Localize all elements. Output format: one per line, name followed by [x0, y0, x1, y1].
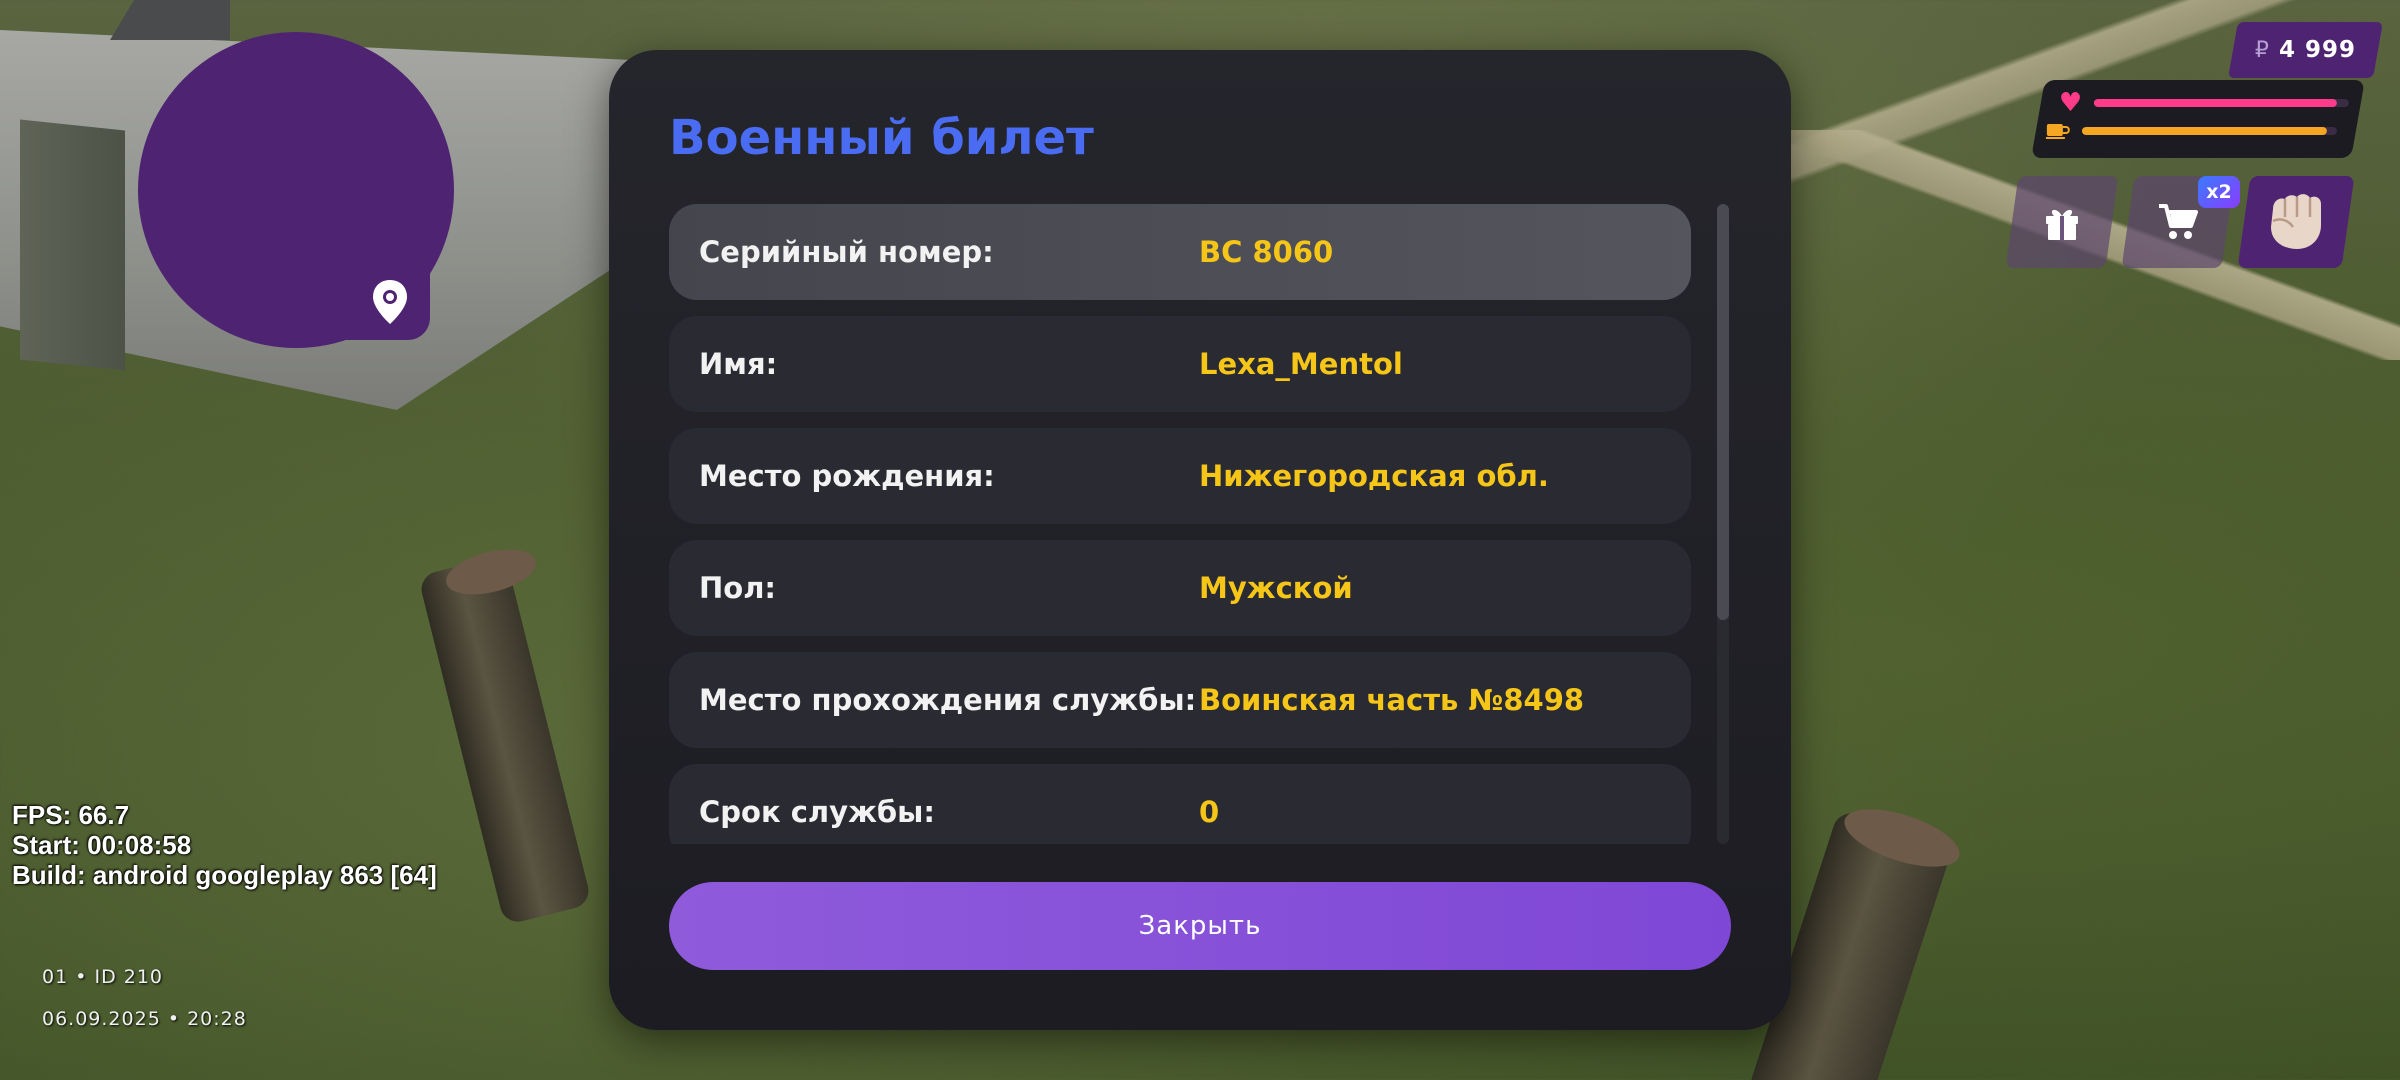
- info-row-value: 0: [1199, 795, 1220, 829]
- scenery-wooden-post-left: [417, 554, 593, 926]
- hunger-bar-fill: [2081, 127, 2327, 135]
- info-row-value: Воинская часть №8498: [1199, 683, 1585, 717]
- hunger-bar: [2081, 127, 2337, 135]
- info-row-service-term[interactable]: Срок службы: 0: [669, 764, 1691, 844]
- debug-fps: FPS: 66.7: [12, 800, 130, 830]
- info-row-label: Серийный номер:: [699, 235, 994, 269]
- close-button[interactable]: Закрыть: [669, 882, 1731, 970]
- player-stats: ♥: [2031, 80, 2365, 158]
- info-row-value: Lexa_Mentol: [1199, 347, 1403, 381]
- debug-start: Start: 00:08:58: [12, 830, 192, 860]
- scenery-house-door: [20, 119, 125, 371]
- info-row-name[interactable]: Имя: Lexa_Mentol: [669, 316, 1691, 412]
- info-row-label: Имя:: [699, 347, 778, 381]
- gift-icon: [2046, 209, 2078, 240]
- debug-build: Build: android googleplay 863 [64]: [12, 860, 437, 890]
- debug-overlay: FPS: 66.7 Start: 00:08:58 Build: android…: [12, 800, 437, 890]
- military-id-dialog: Военный билет Серийный номер: ВС 8060 Им…: [609, 50, 1791, 1030]
- map-pin-icon: [373, 280, 407, 324]
- hunger-row: [2045, 122, 2337, 140]
- info-row-gender[interactable]: Пол: Мужской: [669, 540, 1691, 636]
- heart-icon: ♥: [2058, 88, 2083, 118]
- info-list[interactable]: Серийный номер: ВС 8060 Имя: Lexa_Mentol…: [669, 204, 1691, 844]
- health-bar-fill: [2094, 99, 2337, 107]
- info-row-label: Место прохождения службы:: [699, 683, 1197, 717]
- cart-icon: [2159, 204, 2198, 239]
- fist-icon: [2271, 194, 2321, 249]
- info-row-serial[interactable]: Серийный номер: ВС 8060: [669, 204, 1691, 300]
- info-row-label: Место рождения:: [699, 459, 995, 493]
- scrollbar-thumb[interactable]: [1717, 204, 1729, 620]
- info-row-label: Срок службы:: [699, 795, 936, 829]
- cup-icon: [2045, 124, 2070, 139]
- scenery-house-roof: [110, 0, 230, 40]
- info-row-service-place[interactable]: Место прохождения службы: Воинская часть…: [669, 652, 1691, 748]
- server-id: 01 • ID 210: [42, 966, 164, 988]
- weapon-fist-button[interactable]: [2237, 176, 2355, 268]
- health-row: ♥: [2058, 88, 2350, 118]
- health-bar: [2094, 99, 2350, 107]
- dialog-title: Военный билет: [669, 110, 1094, 166]
- info-row-label: Пол:: [699, 571, 777, 605]
- ruble-icon: ₽: [2254, 37, 2269, 63]
- scrollbar[interactable]: [1717, 204, 1729, 844]
- money-value: 4 999: [2278, 37, 2357, 63]
- server-info: 01 • ID 210 06.09.2025 • 20:28: [42, 966, 247, 1050]
- info-row-value: ВС 8060: [1199, 235, 1334, 269]
- server-datetime: 06.09.2025 • 20:28: [42, 1008, 247, 1030]
- info-row-value: Мужской: [1199, 571, 1353, 605]
- info-row-birthplace[interactable]: Место рождения: Нижегородская обл.: [669, 428, 1691, 524]
- x2-badge: x2: [2198, 176, 2240, 208]
- info-row-value: Нижегородская обл.: [1199, 459, 1549, 493]
- gift-button[interactable]: [2005, 176, 2119, 268]
- money-display: ₽ 4 999: [2228, 22, 2383, 78]
